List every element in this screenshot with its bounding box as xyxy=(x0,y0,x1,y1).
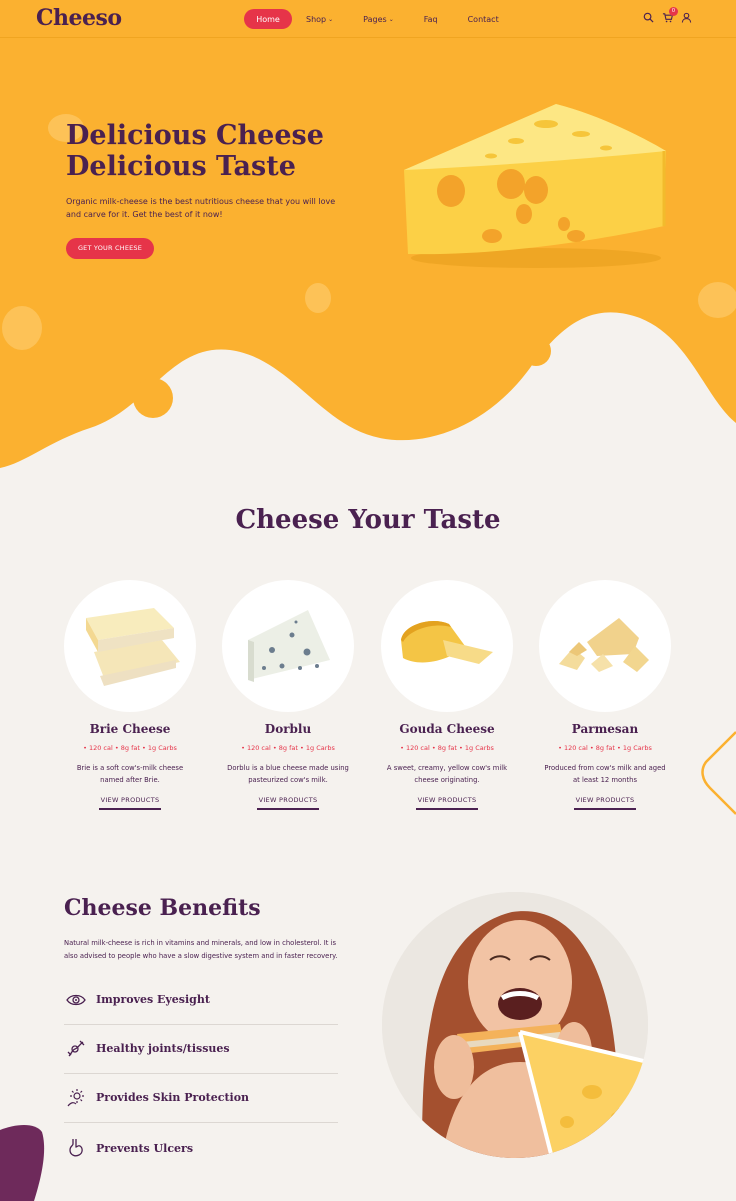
woman-eating-cheese-photo xyxy=(382,892,648,1158)
nav-label: Contact xyxy=(467,14,499,24)
main-nav: Home Shop ⌄ Pages ⌄ Faq Contact xyxy=(244,9,529,29)
chevron-down-icon: ⌄ xyxy=(388,15,394,23)
cheese-hole-blob xyxy=(305,283,331,313)
product-card: Gouda Cheese • 120 cal • 8g fat • 1g Car… xyxy=(372,580,522,810)
hero-title-line: Delicious Cheese xyxy=(66,120,324,151)
parmesan-cheese-image xyxy=(559,618,649,672)
header-actions: 0 xyxy=(643,7,692,23)
site-header: Cheeso Home Shop ⌄ Pages ⌄ Faq Contact 0 xyxy=(0,0,736,38)
benefit-label: Improves Eyesight xyxy=(96,993,210,1006)
product-description: Dorblu is a blue cheese made using paste… xyxy=(227,764,349,784)
product-name: Parmesan xyxy=(571,722,639,736)
nav-contact[interactable]: Contact xyxy=(468,9,499,29)
product-description: Brie is a soft cow's-milk cheese named a… xyxy=(76,764,184,784)
product-nutrition: • 120 cal • 8g fat • 1g Carbs xyxy=(558,744,652,752)
joint-icon xyxy=(64,1037,88,1061)
gouda-cheese-image xyxy=(401,621,493,664)
product-name: Gouda Cheese xyxy=(399,722,495,736)
benefit-item: Improves Eyesight xyxy=(64,975,338,1025)
benefit-label: Prevents Ulcers xyxy=(96,1141,194,1155)
product-image[interactable] xyxy=(539,580,671,712)
nav-label: Shop xyxy=(306,14,327,24)
product-nutrition: • 120 cal • 8g fat • 1g Carbs xyxy=(241,744,335,752)
nav-shop[interactable]: Shop ⌄ xyxy=(306,9,333,29)
cheese-hole-blob xyxy=(2,306,42,350)
brie-cheese-image xyxy=(86,608,180,686)
cart-button[interactable]: 0 xyxy=(662,7,678,23)
cheese-hole-blob xyxy=(133,378,173,418)
nav-home[interactable]: Home xyxy=(244,9,292,29)
benefit-label: Healthy joints/tissues xyxy=(96,1042,230,1055)
cheese-hole-blob xyxy=(521,336,551,366)
hero-title: Delicious Cheese Delicious Taste xyxy=(66,120,366,182)
product-description: A sweet, creamy, yellow cow's milk chees… xyxy=(386,764,508,784)
product-nutrition: • 120 cal • 8g fat • 1g Carbs xyxy=(400,744,494,752)
product-image[interactable] xyxy=(64,580,196,712)
product-card: Brie Cheese • 120 cal • 8g fat • 1g Carb… xyxy=(55,580,205,810)
chevron-down-icon: ⌄ xyxy=(328,15,334,23)
benefits-description: Natural milk-cheese is rich in vitamins … xyxy=(64,939,338,960)
benefit-item: Provides Skin Protection xyxy=(64,1073,338,1123)
view-products-link[interactable]: VIEW PRODUCTS xyxy=(574,796,636,810)
hero-description: Organic milk-cheese is the best nutritio… xyxy=(66,197,336,219)
view-products-link[interactable]: VIEW PRODUCTS xyxy=(257,796,319,810)
product-card: Parmesan • 120 cal • 8g fat • 1g Carbs P… xyxy=(530,580,680,810)
decorative-purple-shape xyxy=(0,1125,45,1201)
hero-title-line: Delicious Taste xyxy=(66,151,296,182)
product-description: Produced from cow's milk and aged at lea… xyxy=(544,764,666,784)
product-image[interactable] xyxy=(222,580,354,712)
decorative-outline-shape xyxy=(701,731,736,815)
cheese-wedge-image xyxy=(404,104,666,268)
sun-skin-icon xyxy=(64,1086,88,1110)
nav-label: Pages xyxy=(363,14,387,24)
eye-icon xyxy=(64,988,88,1012)
product-name: Brie Cheese xyxy=(89,722,171,736)
dorblu-cheese-image xyxy=(248,610,330,682)
nav-label: Home xyxy=(256,14,280,24)
product-nutrition: • 120 cal • 8g fat • 1g Carbs xyxy=(83,744,177,752)
section-title-benefits: Cheese Benefits xyxy=(64,895,261,921)
search-icon[interactable] xyxy=(643,12,654,23)
benefit-label: Provides Skin Protection xyxy=(96,1091,250,1104)
view-products-link[interactable]: VIEW PRODUCTS xyxy=(416,796,478,810)
nav-faq[interactable]: Faq xyxy=(424,9,438,29)
nav-pages[interactable]: Pages ⌄ xyxy=(363,9,394,29)
product-name: Dorblu xyxy=(264,722,312,736)
view-products-link[interactable]: VIEW PRODUCTS xyxy=(99,796,161,810)
logo[interactable]: Cheeso xyxy=(36,5,122,31)
product-card: Dorblu • 120 cal • 8g fat • 1g Carbs Dor… xyxy=(213,580,363,810)
nav-label: Faq xyxy=(423,14,438,24)
product-image[interactable] xyxy=(381,580,513,712)
section-title-taste: Cheese Your Taste xyxy=(235,505,501,535)
user-icon[interactable] xyxy=(681,12,692,23)
get-your-cheese-button[interactable]: GET YOUR CHEESE xyxy=(66,238,154,259)
stomach-icon xyxy=(64,1136,88,1160)
benefit-item: Prevents Ulcers xyxy=(64,1123,338,1173)
woman-eating-cheese-image xyxy=(382,892,648,1158)
cart-count-badge: 0 xyxy=(669,7,678,16)
benefit-item: Healthy joints/tissues xyxy=(64,1024,338,1074)
